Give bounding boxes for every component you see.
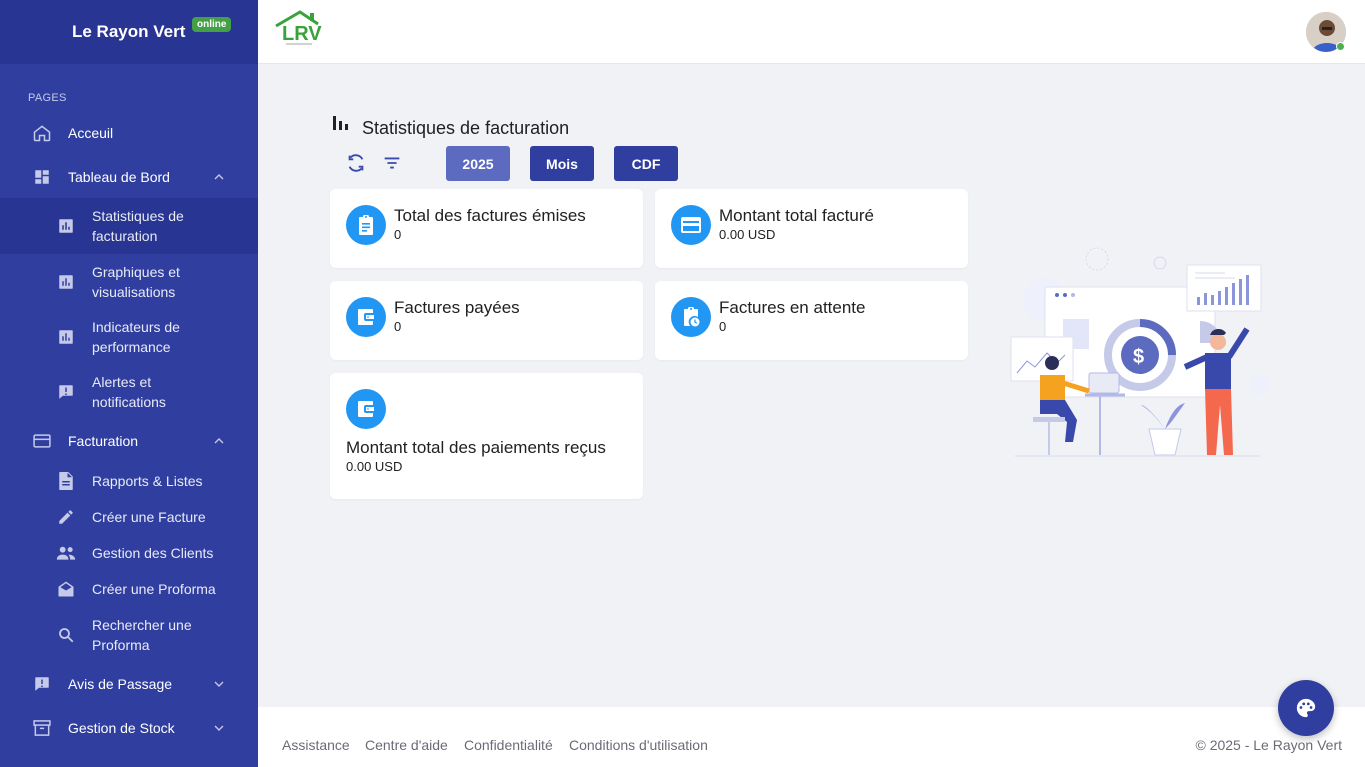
envelope-icon: [55, 578, 77, 600]
currency-filter-button[interactable]: CDF: [614, 146, 678, 181]
section-label: PAGES: [28, 92, 67, 104]
sidebar-item-avis-de-passage[interactable]: Avis de Passage: [0, 663, 258, 705]
stat-card-factures-en-attente: Factures en attente 0: [655, 281, 968, 360]
svg-text:$: $: [1133, 346, 1144, 368]
wallet-icon: [346, 297, 386, 337]
sidebar-item-label: Rapports & Listes: [92, 473, 203, 489]
sidebar-item-label: Indicateurs de performance: [92, 318, 180, 355]
footer-link-confidentialite[interactable]: Confidentialité: [464, 737, 553, 753]
top-header: LRV: [258, 0, 1365, 64]
sidebar-item-label: Alertes et notifications: [92, 373, 166, 410]
sidebar-item-acceuil[interactable]: Acceuil: [0, 112, 258, 154]
card-title: Total des factures émises: [394, 206, 586, 225]
sidebar-item-label: Créer une Proforma: [92, 581, 216, 597]
pencil-icon: [55, 506, 77, 528]
footer-link-assistance[interactable]: Assistance: [282, 737, 350, 753]
sidebar-item-indicateurs[interactable]: Indicateurs de performance: [0, 309, 258, 364]
home-icon: [31, 122, 53, 144]
footer: Assistance Centre d'aide Confidentialité…: [258, 707, 1365, 767]
sidebar-item-gestion-clients[interactable]: Gestion des Clients: [0, 536, 258, 570]
sidebar-item-graphiques[interactable]: Graphiques et visualisations: [0, 254, 258, 309]
palette-icon: [1296, 698, 1316, 718]
card-value: 0.00 USD: [719, 227, 776, 242]
theme-customizer-button[interactable]: [1278, 680, 1334, 736]
sidebar-item-creer-proforma[interactable]: Créer une Proforma: [0, 572, 258, 606]
stat-card-paiements-recus: Montant total des paiements reçus 0.00 U…: [330, 373, 643, 499]
card-title: Factures payées: [394, 298, 520, 317]
alert-message-icon: [55, 381, 77, 403]
analytics-illustration: $: [1010, 247, 1270, 457]
sidebar-item-label: Facturation: [68, 433, 139, 449]
sidebar-item-alertes[interactable]: Alertes et notifications: [0, 364, 258, 419]
dashboard-icon: [31, 166, 53, 188]
sidebar-item-label: Avis de Passage: [68, 676, 173, 692]
search-icon: [55, 624, 77, 646]
alert-message-icon: [31, 673, 53, 695]
sidebar-item-creer-facture[interactable]: Créer une Facture: [0, 500, 258, 534]
bar-chart-icon: [55, 326, 77, 348]
brand-title: Le Rayon Vert: [72, 22, 186, 41]
card-title: Montant total facturé: [719, 206, 874, 225]
sidebar-item-gestion-stock[interactable]: Gestion de Stock: [0, 707, 258, 749]
logo-text: LRV: [282, 23, 322, 45]
credit-card-icon: [671, 205, 711, 245]
footer-link-centre-aide[interactable]: Centre d'aide: [365, 737, 448, 753]
sidebar-item-label: Graphiques et visualisations: [92, 263, 180, 300]
brand-bar: Le Rayon Vert online: [0, 0, 258, 64]
sidebar: Le Rayon Vert online PAGES Acceuil Table…: [0, 0, 258, 767]
wallet-icon: [346, 389, 386, 429]
card-value: 0: [719, 319, 727, 334]
chevron-down-icon: [214, 681, 224, 687]
brand-logo[interactable]: LRV: [272, 10, 322, 48]
bar-chart-icon: [55, 271, 77, 293]
sidebar-item-label: Gestion de Stock: [68, 720, 175, 736]
card-title: Factures en attente: [719, 298, 866, 317]
sidebar-item-statistiques[interactable]: Statistiques de facturation: [0, 198, 258, 254]
sidebar-item-label: Gestion des Clients: [92, 545, 214, 561]
year-filter-button[interactable]: 2025: [446, 146, 510, 181]
chevron-down-icon: [214, 725, 224, 731]
card-value: 0: [394, 319, 402, 334]
sidebar-item-rapports[interactable]: Rapports & Listes: [0, 464, 258, 498]
page-title: Statistiques de facturation: [362, 118, 570, 138]
period-filter-button[interactable]: Mois: [530, 146, 594, 181]
chevron-up-icon: [214, 438, 224, 444]
filter-icon[interactable]: [381, 152, 403, 174]
clipboard-icon: [346, 205, 386, 245]
card-value: 0: [394, 227, 402, 242]
bar-chart-title-icon: [333, 116, 348, 130]
archive-icon: [31, 717, 53, 739]
pending-clipboard-icon: [671, 297, 711, 337]
footer-link-conditions[interactable]: Conditions d'utilisation: [569, 737, 708, 753]
sidebar-item-facturation[interactable]: Facturation: [0, 420, 258, 462]
stat-card-factures-payees: Factures payées 0: [330, 281, 643, 360]
online-status-dot: [1336, 42, 1345, 51]
sidebar-item-rechercher-proforma[interactable]: Rechercher une Proforma: [0, 608, 258, 662]
sidebar-item-label: Rechercher une Proforma: [92, 617, 192, 653]
sidebar-item-label: Tableau de Bord: [68, 169, 170, 185]
people-icon: [55, 542, 77, 564]
card-title: Montant total des paiements reçus: [346, 438, 606, 457]
chevron-up-icon: [214, 174, 224, 180]
stat-card-montant-facture: Montant total facturé 0.00 USD: [655, 189, 968, 268]
credit-card-icon: [31, 430, 53, 452]
sidebar-item-tableau-de-bord[interactable]: Tableau de Bord: [0, 156, 258, 198]
bar-chart-icon: [55, 215, 77, 237]
refresh-icon[interactable]: [345, 152, 367, 174]
sidebar-item-label: Créer une Facture: [92, 509, 206, 525]
sidebar-item-label: Acceuil: [68, 125, 114, 141]
copyright: © 2025 - Le Rayon Vert: [1195, 737, 1342, 753]
online-badge: online: [192, 17, 232, 32]
document-icon: [55, 470, 77, 492]
card-value: 0.00 USD: [346, 459, 403, 474]
stat-card-total-factures: Total des factures émises 0: [330, 189, 643, 268]
sidebar-item-label: Statistiques de facturation: [92, 208, 184, 244]
